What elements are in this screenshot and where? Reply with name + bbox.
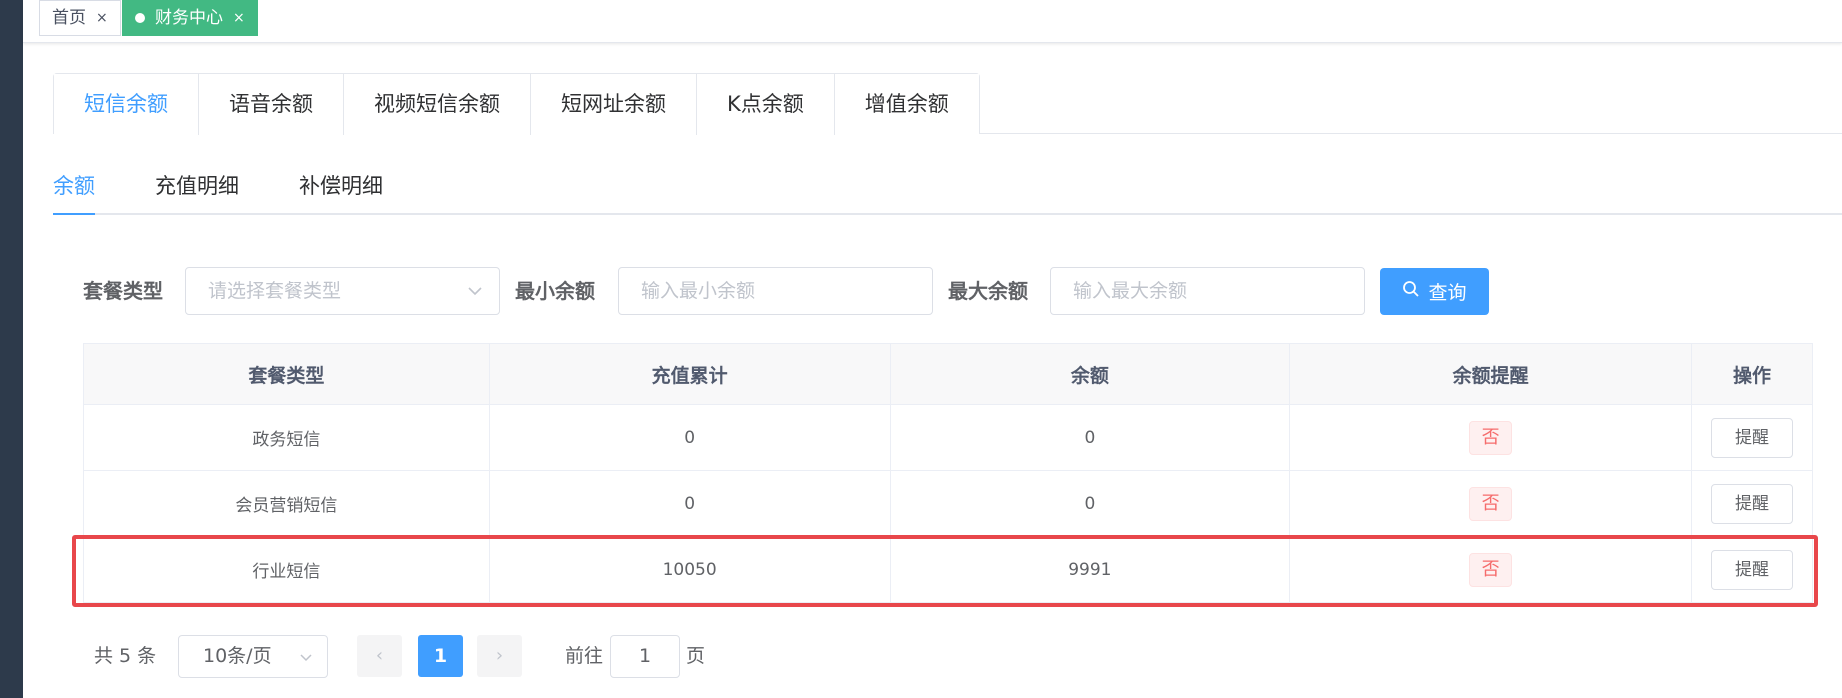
tab-value-added-balance[interactable]: 增值余额 xyxy=(833,74,979,135)
cell-balance: 0 xyxy=(889,404,1291,471)
reminder-status-badge: 否 xyxy=(1469,420,1513,455)
page-number-current[interactable]: 1 xyxy=(418,635,463,677)
tabs-divider xyxy=(979,133,1842,134)
sub-tabs: 余额 充值明细 补偿明细 xyxy=(53,160,1842,215)
tag-home[interactable]: 首页 × xyxy=(39,0,121,36)
reminder-status-badge: 否 xyxy=(1469,486,1513,521)
pagination-total: 共 5 条 xyxy=(94,645,157,667)
remind-button[interactable]: 提醒 xyxy=(1711,549,1793,590)
query-button[interactable]: 查询 xyxy=(1380,268,1489,315)
table-row: 政务短信 0 0 否 提醒 xyxy=(83,404,1813,471)
goto-page-input[interactable]: 1 xyxy=(610,635,680,678)
package-type-placeholder: 请选择套餐类型 xyxy=(208,280,342,302)
cell-recharge-total: 0 xyxy=(488,470,891,537)
tab-recharge-details[interactable]: 充值明细 xyxy=(155,173,239,199)
max-balance-label: 最大余额 xyxy=(948,279,1028,303)
max-balance-input[interactable]: 输入最大余额 xyxy=(1050,267,1365,315)
tab-sms-balance[interactable]: 短信余额 xyxy=(54,74,198,135)
chevron-down-icon xyxy=(299,636,313,694)
cell-recharge-total: 10050 xyxy=(488,536,891,603)
chevron-down-icon xyxy=(467,268,483,332)
chevron-right-icon: › xyxy=(495,645,504,666)
cell-reminder: 否 xyxy=(1289,470,1692,537)
cell-action: 提醒 xyxy=(1691,404,1813,471)
close-icon[interactable]: × xyxy=(233,1,245,35)
sidebar-rail xyxy=(0,0,23,698)
tab-short-url-balance[interactable]: 短网址余额 xyxy=(530,74,696,135)
min-balance-label: 最小余额 xyxy=(515,279,595,303)
cell-action: 提醒 xyxy=(1691,536,1813,603)
page-size-select[interactable]: 10条/页 xyxy=(178,635,328,678)
table-header-row: 套餐类型 充值累计 余额 余额提醒 操作 xyxy=(83,343,1813,405)
tab-balance[interactable]: 余额 xyxy=(53,173,95,215)
table-row: 行业短信 10050 9991 否 提醒 xyxy=(83,536,1813,603)
search-icon xyxy=(1402,280,1420,303)
tab-voice-balance[interactable]: 语音余额 xyxy=(198,74,343,135)
reminder-status-badge: 否 xyxy=(1469,552,1513,587)
column-header-package-type: 套餐类型 xyxy=(83,343,490,405)
tab-k-points-balance[interactable]: K点余额 xyxy=(696,74,834,135)
next-page-button[interactable]: › xyxy=(477,635,522,677)
cell-balance: 9991 xyxy=(889,536,1291,603)
min-balance-placeholder: 输入最小余额 xyxy=(641,280,756,302)
remind-button[interactable]: 提醒 xyxy=(1711,483,1793,524)
cell-reminder: 否 xyxy=(1289,536,1692,603)
max-balance-placeholder: 输入最大余额 xyxy=(1073,280,1188,302)
tag-home-label: 首页 xyxy=(52,8,86,28)
tab-video-sms-balance[interactable]: 视频短信余额 xyxy=(343,74,530,135)
package-type-select[interactable]: 请选择套餐类型 xyxy=(185,267,500,315)
package-type-label: 套餐类型 xyxy=(83,279,163,303)
close-icon[interactable]: × xyxy=(96,1,108,35)
active-dot-icon xyxy=(135,13,145,23)
tab-compensation-details[interactable]: 补偿明细 xyxy=(299,173,383,199)
table-row: 会员营销短信 0 0 否 提醒 xyxy=(83,470,1813,537)
column-header-balance-reminder: 余额提醒 xyxy=(1289,343,1692,405)
cell-balance: 0 xyxy=(889,470,1291,537)
tags-view-bar: 首页 × 财务中心 × xyxy=(23,0,1842,43)
page-suffix-label: 页 xyxy=(686,645,706,667)
cell-recharge-total: 0 xyxy=(488,404,891,471)
tag-finance-label: 财务中心 xyxy=(155,8,223,28)
column-header-balance: 余额 xyxy=(889,343,1291,405)
chevron-left-icon: ‹ xyxy=(375,645,384,666)
cell-action: 提醒 xyxy=(1691,470,1813,537)
remind-button[interactable]: 提醒 xyxy=(1711,417,1793,458)
min-balance-input[interactable]: 输入最小余额 xyxy=(618,267,933,315)
cell-package: 行业短信 xyxy=(83,536,490,603)
sub-tabs-divider xyxy=(53,213,1842,215)
tag-finance-center[interactable]: 财务中心 × xyxy=(122,0,258,36)
page-size-value: 10条/页 xyxy=(203,645,272,667)
cell-reminder: 否 xyxy=(1289,404,1692,471)
goto-label: 前往 xyxy=(565,645,604,667)
balance-table: 套餐类型 充值累计 余额 余额提醒 操作 政务短信 0 0 否 提醒 会员营销短… xyxy=(83,343,1813,603)
column-header-actions: 操作 xyxy=(1691,343,1813,405)
cell-package: 政务短信 xyxy=(83,404,490,471)
prev-page-button[interactable]: ‹ xyxy=(357,635,402,677)
balance-type-tabs: 短信余额 语音余额 视频短信余额 短网址余额 K点余额 增值余额 xyxy=(53,73,980,135)
query-button-label: 查询 xyxy=(1428,282,1467,304)
column-header-recharge-total: 充值累计 xyxy=(488,343,891,405)
cell-package: 会员营销短信 xyxy=(83,470,490,537)
